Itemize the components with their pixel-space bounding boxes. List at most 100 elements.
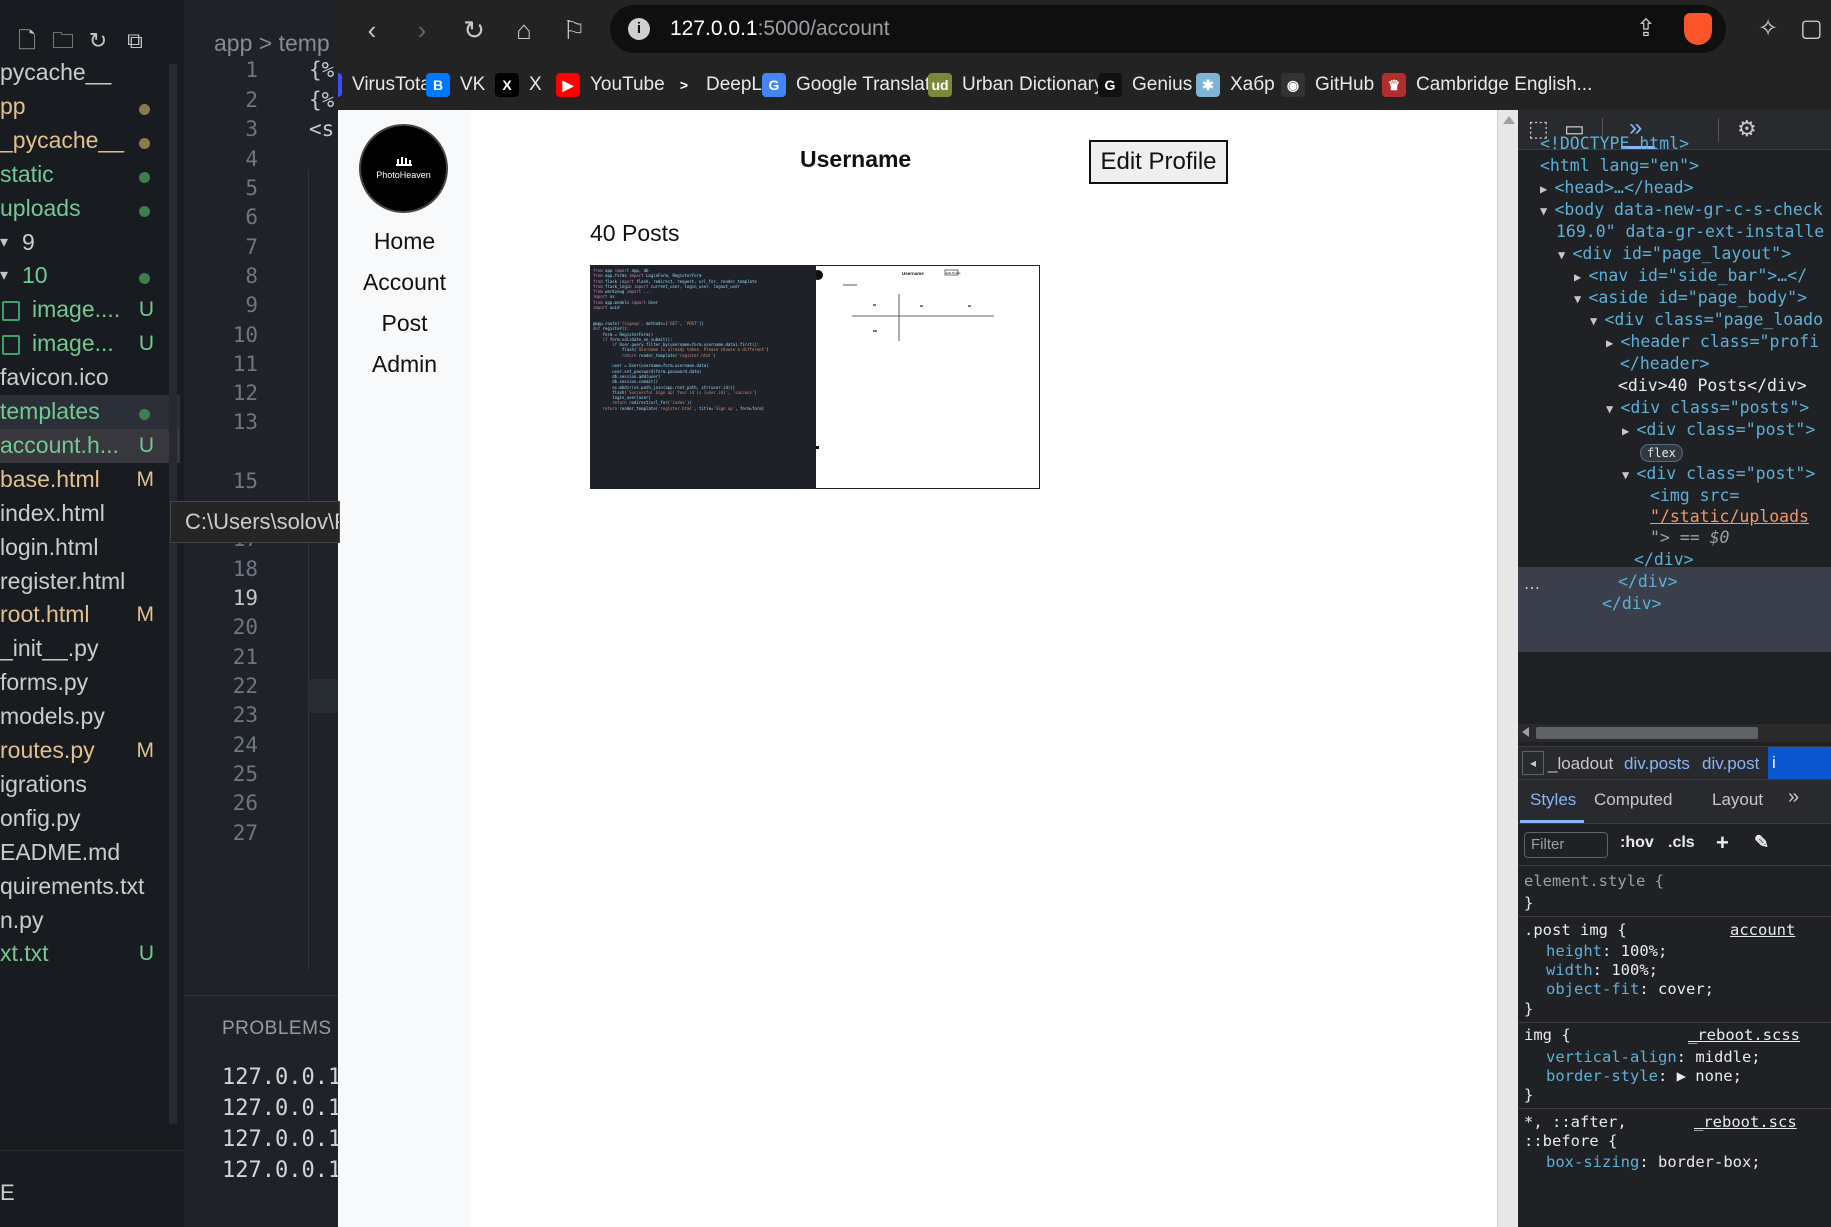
dom-node[interactable]: </header> <box>1620 354 1709 373</box>
post-image-page-screenshot[interactable]: Username Edit Profile <box>815 265 1040 489</box>
hov-toggle[interactable]: :hov <box>1620 834 1654 852</box>
collapse-arrow-icon[interactable]: ▼ <box>1622 468 1636 482</box>
styles-filter-input[interactable]: Filter <box>1524 832 1608 858</box>
explorer-scrollbar[interactable] <box>169 64 177 1124</box>
explorer-item[interactable]: _init__.py <box>0 632 180 666</box>
prop-box-sizing[interactable]: box-sizing: border-box; <box>1546 1153 1761 1171</box>
reload-icon[interactable]: ↻ <box>454 11 494 49</box>
explorer-item[interactable]: favicon.ico <box>0 361 180 395</box>
bookmark-item[interactable]: G Google Translate <box>762 70 941 100</box>
dom-node[interactable]: ▼ <div class="posts"> <box>1606 398 1809 417</box>
dom-node[interactable]: ▼ <div class="post"> <box>1622 464 1815 483</box>
crumb-div-post[interactable]: div.post <box>1702 754 1759 774</box>
bookmark-item[interactable]: ◉ GitHub <box>1281 70 1374 100</box>
explorer-item[interactable]: onfig.py <box>0 802 180 836</box>
explorer-item[interactable]: _pycache__ <box>0 124 180 158</box>
new-rule-icon[interactable]: + <box>1716 830 1729 856</box>
bookmark-item[interactable]: B VK <box>426 70 485 100</box>
editor-breadcrumb[interactable]: app > temp <box>214 30 330 57</box>
nav-account-link[interactable]: Account <box>338 269 471 296</box>
scrollbar-thumb[interactable] <box>1536 727 1758 739</box>
dom-node[interactable]: ▼ <div id="page_layout"> <box>1558 244 1791 263</box>
new-file-icon[interactable]: 🗋 <box>14 28 40 54</box>
code-line-2[interactable]: {% <box>309 88 334 112</box>
prop-height[interactable]: height: 100%; <box>1546 942 1667 960</box>
explorer-item[interactable]: image... U <box>0 327 180 361</box>
collapse-arrow-icon[interactable]: ▼ <box>1590 314 1604 328</box>
page-scrollbar[interactable] <box>1497 110 1518 1227</box>
tab-computed[interactable]: Computed <box>1594 790 1672 810</box>
dom-node[interactable]: <div>40 Posts</div> <box>1618 376 1807 395</box>
crumb-img[interactable]: i <box>1768 747 1831 779</box>
dom-node[interactable]: ▶ <head>…</head> <box>1540 178 1694 197</box>
collapse-arrow-icon[interactable]: ▼ <box>1540 204 1554 218</box>
collapse-arrow-icon[interactable]: ▼ <box>1574 292 1588 306</box>
img-selector[interactable]: img { <box>1524 1026 1571 1044</box>
explorer-item[interactable]: index.html <box>0 497 180 531</box>
prop-vertical-align[interactable]: vertical-align: middle; <box>1546 1048 1761 1066</box>
img-source-link[interactable]: _reboot.scss <box>1688 1026 1800 1044</box>
prop-object-fit[interactable]: object-fit: cover; <box>1546 980 1714 998</box>
bookmark-item[interactable]: XX <box>495 70 542 100</box>
expand-arrow-icon[interactable]: ▶ <box>1622 424 1636 438</box>
explorer-item[interactable]: forms.py <box>0 666 180 700</box>
explorer-item[interactable]: pycache__ <box>0 56 180 90</box>
explorer-item[interactable]: routes.py M <box>0 734 180 768</box>
bookmark-item[interactable]: G Genius <box>1098 70 1192 100</box>
tab-styles[interactable]: Styles <box>1530 790 1576 810</box>
cls-toggle[interactable]: .cls <box>1668 834 1695 852</box>
explorer-item[interactable]: EADME.md <box>0 836 180 870</box>
outline-section-label[interactable]: E <box>0 1180 15 1206</box>
more-style-tabs-icon[interactable]: » <box>1788 786 1799 809</box>
share-icon[interactable]: ⇪ <box>1636 14 1656 43</box>
forward-icon[interactable]: › <box>402 11 442 49</box>
crumb-left-icon[interactable]: ◂ <box>1522 751 1544 775</box>
dom-horizontal-scrollbar[interactable] <box>1518 724 1831 742</box>
refresh-icon[interactable]: ↻ <box>85 28 111 54</box>
collapse-all-icon[interactable]: ⧉ <box>122 28 148 54</box>
bookmark-item[interactable]: Σ VirusTotal <box>338 70 435 100</box>
element-style-rule[interactable]: element.style { <box>1524 872 1664 890</box>
post-img-selector[interactable]: .post img { <box>1524 921 1627 939</box>
crumb-div-posts[interactable]: div.posts <box>1624 754 1690 774</box>
dom-node[interactable]: </div> <box>1618 572 1678 591</box>
bookmark-icon[interactable]: ⚐ <box>554 11 594 49</box>
code-line-3[interactable]: <s <box>309 117 334 141</box>
collapse-arrow-icon[interactable]: ▼ <box>1606 402 1620 416</box>
dom-node[interactable]: "> == $0 <box>1650 528 1729 547</box>
home-icon[interactable]: ⌂ <box>504 11 544 49</box>
dom-node[interactable]: <img src= <box>1650 486 1739 505</box>
dom-node[interactable]: <html lang="en"> <box>1540 156 1699 175</box>
dom-node[interactable]: ▼ <aside id="page_body"> <box>1574 288 1807 307</box>
dom-node[interactable]: <!DOCTYPE html> <box>1540 134 1689 153</box>
explorer-item[interactable]: root.html M <box>0 598 180 632</box>
explorer-item[interactable]: pp <box>0 90 180 124</box>
explorer-item[interactable]: igrations <box>0 768 180 802</box>
explorer-item[interactable]: quirements.txt <box>0 870 180 904</box>
explorer-item[interactable]: xt.txt U <box>0 937 180 971</box>
universal-selector-2[interactable]: ::before { <box>1524 1132 1617 1150</box>
prop-border-style[interactable]: border-style: ▶ none; <box>1546 1067 1742 1085</box>
dom-node[interactable]: </div> <box>1602 594 1662 613</box>
address-bar[interactable]: i 127.0.0.1:5000/account ⇪ <box>610 5 1726 53</box>
site-info-icon[interactable]: i <box>628 18 650 40</box>
post-img-source-link[interactable]: account <box>1730 921 1795 939</box>
explorer-item[interactable]: uploads <box>0 192 180 226</box>
sidebar-icon[interactable]: ▢ <box>1800 14 1823 43</box>
nav-admin-link[interactable]: Admin <box>338 351 471 378</box>
url-text[interactable]: 127.0.0.1:5000/account <box>670 17 890 41</box>
explorer-item[interactable]: 10 ▾ <box>0 259 180 293</box>
collapse-arrow-icon[interactable]: ▼ <box>1558 248 1572 262</box>
explorer-item[interactable]: models.py <box>0 700 180 734</box>
bookmark-item[interactable]: ▶ YouTube <box>556 70 665 100</box>
explorer-item[interactable]: register.html <box>0 565 180 599</box>
new-folder-icon[interactable]: 🗀 <box>50 28 76 54</box>
dom-node[interactable]: ▶ <nav id="side_bar">…</ <box>1574 266 1807 285</box>
explorer-item[interactable]: templates <box>0 395 180 429</box>
nav-home-link[interactable]: Home <box>338 228 471 255</box>
dom-node[interactable]: ▶ <div class="post"> <box>1622 420 1815 439</box>
brave-shields-icon[interactable] <box>1684 13 1712 45</box>
universal-selector[interactable]: *, ::after, <box>1524 1113 1627 1131</box>
explorer-item[interactable]: static <box>0 158 180 192</box>
bookmark-item[interactable]: ♛ Cambridge English... <box>1382 70 1592 100</box>
